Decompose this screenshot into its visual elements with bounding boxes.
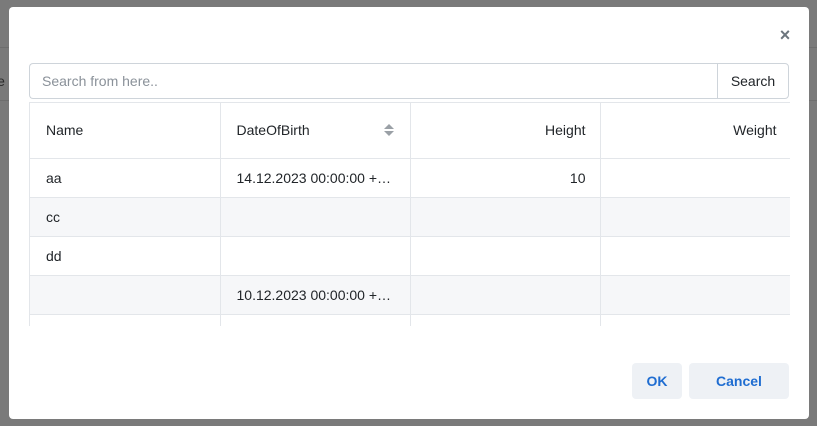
cell-height[interactable] xyxy=(410,275,601,315)
cell-name[interactable]: aa xyxy=(30,158,221,198)
cell-weight[interactable] xyxy=(600,314,790,326)
grid-header-row: Name DateOfBirth Height Weight xyxy=(30,103,790,159)
column-header-height[interactable]: Height xyxy=(410,103,601,159)
cell-weight[interactable] xyxy=(600,275,790,315)
cell-height[interactable] xyxy=(410,197,601,237)
data-grid: Name DateOfBirth Height Weight aa 14.12.… xyxy=(29,102,790,326)
search-input[interactable] xyxy=(29,63,717,99)
close-icon[interactable]: × xyxy=(777,26,793,44)
table-row[interactable] xyxy=(30,314,790,326)
cell-weight[interactable] xyxy=(600,236,790,276)
column-header-weight[interactable]: Weight xyxy=(600,103,790,159)
cancel-button[interactable]: Cancel xyxy=(689,363,789,399)
dialog: × Search Name DateOfBirth Height Weight xyxy=(9,7,809,419)
search-button[interactable]: Search xyxy=(717,63,789,99)
cell-dateofbirth[interactable]: 10.12.2023 00:00:00 +0... xyxy=(220,275,411,315)
cell-height[interactable] xyxy=(410,314,601,326)
sort-icon[interactable] xyxy=(383,123,394,137)
cell-dateofbirth[interactable] xyxy=(220,197,411,237)
table-row[interactable]: aa 14.12.2023 00:00:00 +0... 10 xyxy=(30,158,790,198)
ok-button[interactable]: OK xyxy=(632,363,682,399)
column-header-name[interactable]: Name xyxy=(30,103,221,159)
cell-name[interactable] xyxy=(30,314,221,326)
table-row[interactable]: dd xyxy=(30,236,790,276)
cell-weight[interactable] xyxy=(600,158,790,198)
cell-name[interactable] xyxy=(30,275,221,315)
cell-name[interactable]: cc xyxy=(30,197,221,237)
cell-dateofbirth[interactable] xyxy=(220,236,411,276)
cell-dateofbirth[interactable]: 14.12.2023 00:00:00 +0... xyxy=(220,158,411,198)
search-bar: Search xyxy=(29,63,789,99)
cell-height[interactable] xyxy=(410,236,601,276)
cell-height[interactable]: 10 xyxy=(410,158,601,198)
table-row[interactable]: 10.12.2023 00:00:00 +0... xyxy=(30,275,790,315)
cell-weight[interactable] xyxy=(600,197,790,237)
cell-dateofbirth[interactable] xyxy=(220,314,411,326)
column-header-dateofbirth[interactable]: DateOfBirth xyxy=(220,103,411,159)
table-row[interactable]: cc xyxy=(30,197,790,237)
cell-name[interactable]: dd xyxy=(30,236,221,276)
